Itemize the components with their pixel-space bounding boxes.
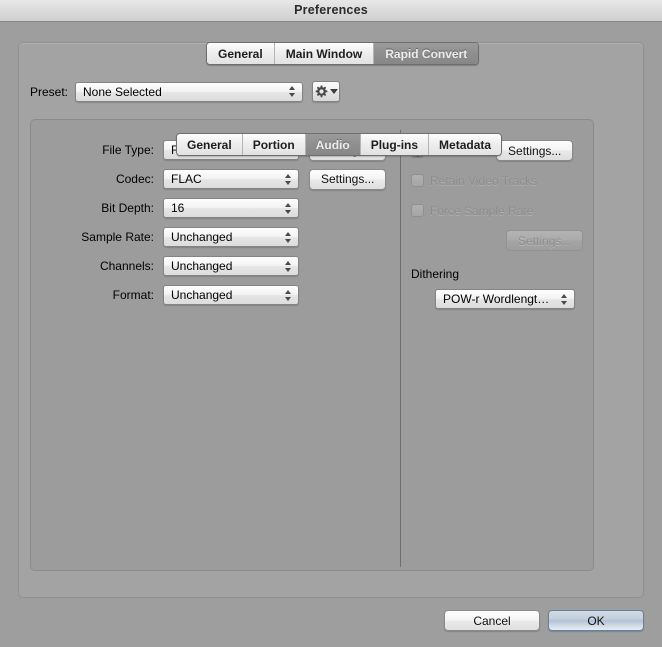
- dithering-dropdown[interactable]: POW-r Wordlength...: [435, 289, 575, 309]
- chevron-down-icon: [329, 89, 338, 94]
- codec-label: Codec:: [115, 172, 154, 186]
- force-sample-rate-checkbox: [411, 204, 424, 217]
- chevron-updown-icon: [284, 259, 292, 273]
- format-label: Format:: [112, 288, 154, 302]
- field-row-channels: Channels: Unchanged: [31, 256, 400, 276]
- tab-general[interactable]: General: [207, 43, 275, 64]
- force-sample-rate-label: Force Sample Rate: [430, 203, 534, 218]
- force-sample-rate-settings-button: Settings...: [506, 230, 584, 251]
- inner-tab-portion[interactable]: Portion: [242, 134, 306, 155]
- tab-rapid-convert[interactable]: Rapid Convert: [374, 43, 479, 64]
- chevron-updown-icon: [288, 85, 296, 99]
- preset-label: Preset:: [30, 84, 69, 99]
- preset-dropdown[interactable]: None Selected: [75, 81, 304, 102]
- tab-main-window[interactable]: Main Window: [274, 43, 375, 64]
- codec-settings-button[interactable]: Settings...: [309, 168, 387, 190]
- format-value: Unchanged: [171, 288, 233, 302]
- bit-depth-label: Bit Depth:: [101, 201, 154, 215]
- retain-video-tracks-checkbox: [411, 174, 424, 187]
- bit-depth-dropdown[interactable]: 16: [163, 198, 299, 218]
- sample-rate-value: Unchanged: [171, 230, 233, 244]
- option-row-retain-video-tracks: Retain Video Tracks: [411, 170, 591, 191]
- bit-depth-value: 16: [171, 201, 185, 215]
- audio-fields-column: File Type: FLAC Settings... Codec: FLAC …: [31, 139, 400, 314]
- inner-tab-bar: General Portion Audio Plug-ins Metadata: [176, 133, 503, 156]
- file-type-label: File Type:: [102, 143, 154, 157]
- sample-rate-label: Sample Rate:: [81, 230, 154, 244]
- format-dropdown[interactable]: Unchanged: [163, 285, 299, 305]
- inner-tab-audio[interactable]: Audio: [305, 134, 361, 155]
- sample-rate-dropdown[interactable]: Unchanged: [163, 227, 299, 247]
- ok-button[interactable]: OK: [548, 610, 644, 631]
- chevron-updown-icon: [284, 172, 292, 186]
- cancel-button[interactable]: Cancel: [444, 610, 540, 631]
- chevron-updown-icon: [284, 230, 292, 244]
- field-row-bit-depth: Bit Depth: 16: [31, 198, 400, 218]
- preset-value: None Selected: [83, 84, 162, 99]
- channels-label: Channels:: [99, 259, 154, 273]
- preset-action-button[interactable]: [312, 81, 341, 102]
- codec-dropdown[interactable]: FLAC: [163, 169, 299, 189]
- normalize-settings-button[interactable]: Settings...: [496, 140, 574, 161]
- inner-tab-general[interactable]: General: [177, 134, 243, 155]
- inner-tab-metadata[interactable]: Metadata: [429, 134, 502, 155]
- gear-icon: [315, 85, 327, 98]
- codec-value: FLAC: [171, 172, 202, 186]
- audio-settings-box: File Type: FLAC Settings... Codec: FLAC …: [30, 119, 594, 571]
- option-row-sample-rate-settings: Settings...: [411, 230, 591, 251]
- channels-value: Unchanged: [171, 259, 233, 273]
- dithering-label: Dithering: [411, 267, 460, 281]
- window-body: General Main Window Rapid Convert Preset…: [0, 23, 662, 647]
- field-row-sample-rate: Sample Rate: Unchanged: [31, 227, 400, 247]
- chevron-updown-icon: [560, 292, 568, 306]
- option-row-force-sample-rate: Force Sample Rate: [411, 200, 591, 221]
- dithering-value: POW-r Wordlength...: [443, 292, 554, 306]
- chevron-updown-icon: [284, 288, 292, 302]
- audio-options-column: Normalize Settings... Retain Video Track…: [411, 140, 591, 309]
- window-titlebar: Preferences: [0, 0, 662, 22]
- channels-dropdown[interactable]: Unchanged: [163, 256, 299, 276]
- column-divider: [400, 130, 401, 567]
- preset-row: Preset: None Selected: [30, 81, 341, 102]
- window-title: Preferences: [294, 3, 368, 17]
- dialog-footer: Cancel OK: [444, 610, 644, 631]
- inner-tab-plug-ins[interactable]: Plug-ins: [360, 134, 430, 155]
- top-tab-bar: General Main Window Rapid Convert: [206, 42, 480, 65]
- field-row-codec: Codec: FLAC Settings...: [31, 168, 400, 190]
- retain-video-tracks-label: Retain Video Tracks: [430, 173, 538, 188]
- field-row-format: Format: Unchanged: [31, 285, 400, 305]
- preferences-window: Preferences General Main Window Rapid Co…: [0, 0, 662, 647]
- chevron-updown-icon: [284, 201, 292, 215]
